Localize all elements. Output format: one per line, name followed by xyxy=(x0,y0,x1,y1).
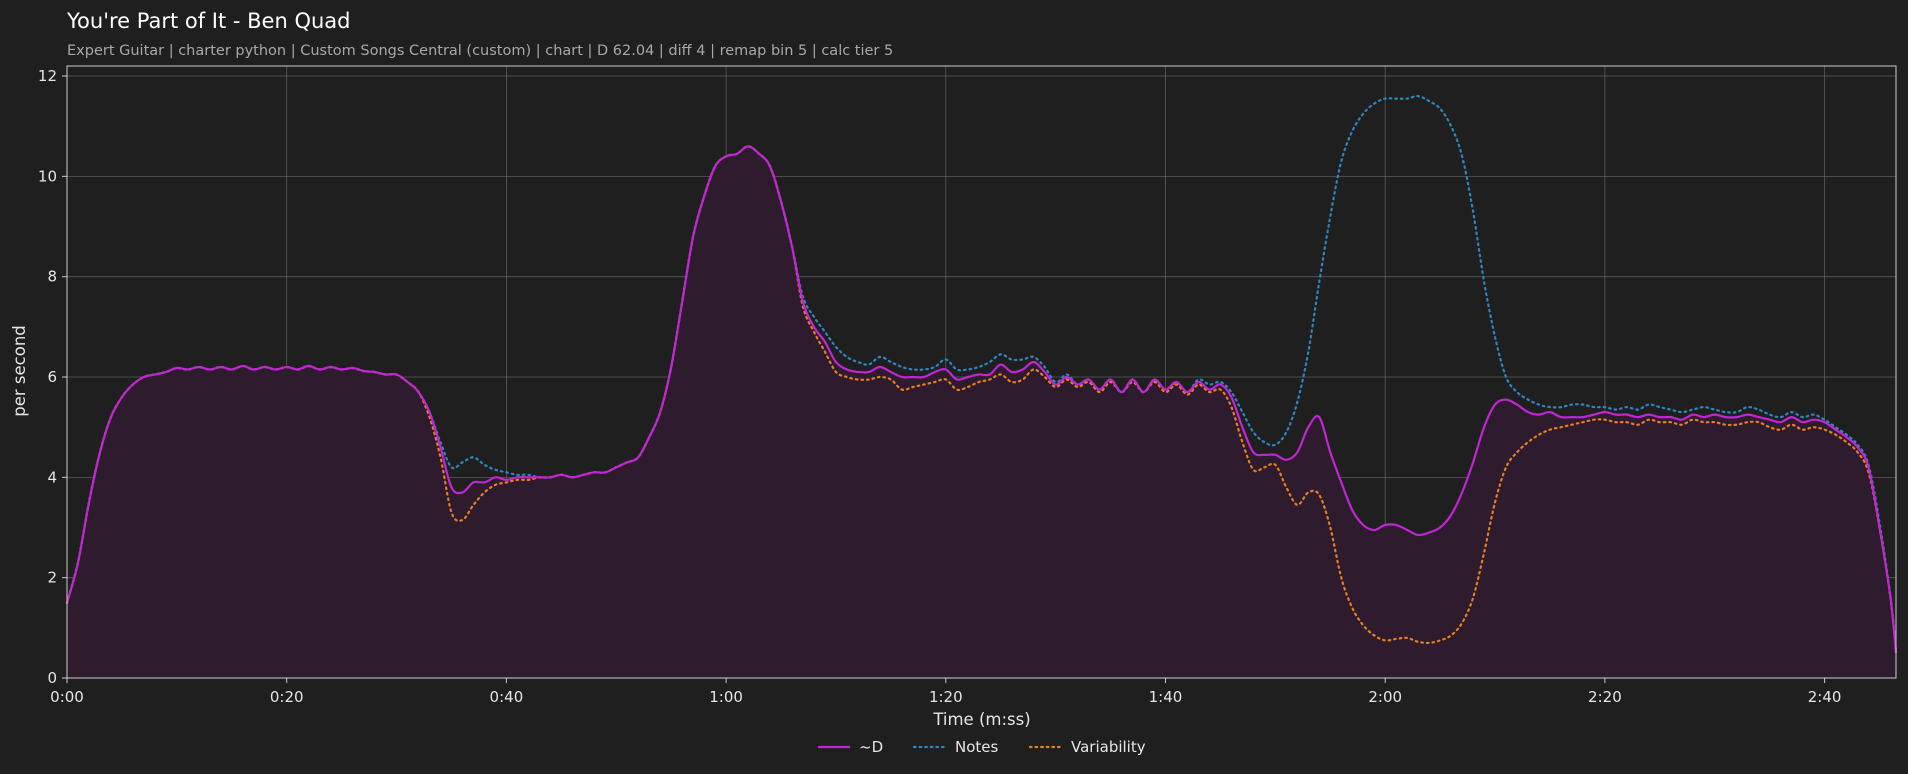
chart-subtitle: Expert Guitar | charter python | Custom … xyxy=(67,43,893,59)
x-axis-label: Time (m:ss) xyxy=(932,710,1030,729)
d-area-fill xyxy=(67,146,1896,679)
y-tick-label: 10 xyxy=(38,167,57,185)
x-tick-label: 0:40 xyxy=(490,688,524,706)
legend-label-d: ~D xyxy=(859,738,883,756)
x-axis-ticks: 0:00 0:20 0:40 1:00 1:20 1:40 2:00 2:20 2:40 xyxy=(50,678,1841,706)
y-tick-label: 4 xyxy=(47,468,57,486)
x-tick-label: 0:00 xyxy=(50,688,84,706)
chart: You're Part of It - Ben Quad Expert Guit… xyxy=(10,9,1898,756)
x-tick-label: 2:20 xyxy=(1588,688,1622,706)
x-tick-label: 2:00 xyxy=(1368,688,1402,706)
y-tick-label: 6 xyxy=(47,368,57,386)
x-tick-label: 0:20 xyxy=(270,688,304,706)
x-tick-label: 1:40 xyxy=(1149,688,1183,706)
legend: ~D Notes Variability xyxy=(818,738,1146,756)
chart-title: You're Part of It - Ben Quad xyxy=(66,9,351,33)
y-tick-label: 0 xyxy=(47,669,57,687)
x-tick-label: 1:20 xyxy=(929,688,963,706)
y-tick-label: 12 xyxy=(38,67,57,85)
legend-label-notes: Notes xyxy=(955,738,999,756)
y-tick-label: 8 xyxy=(47,268,57,286)
x-tick-label: 1:00 xyxy=(709,688,743,706)
y-axis-ticks: 0 2 4 6 8 10 12 xyxy=(38,67,67,687)
y-axis-label: per second xyxy=(10,325,29,417)
legend-label-variability: Variability xyxy=(1071,738,1146,756)
x-tick-label: 2:40 xyxy=(1808,688,1842,706)
y-tick-label: 2 xyxy=(47,569,57,587)
area-fill xyxy=(67,146,1896,679)
